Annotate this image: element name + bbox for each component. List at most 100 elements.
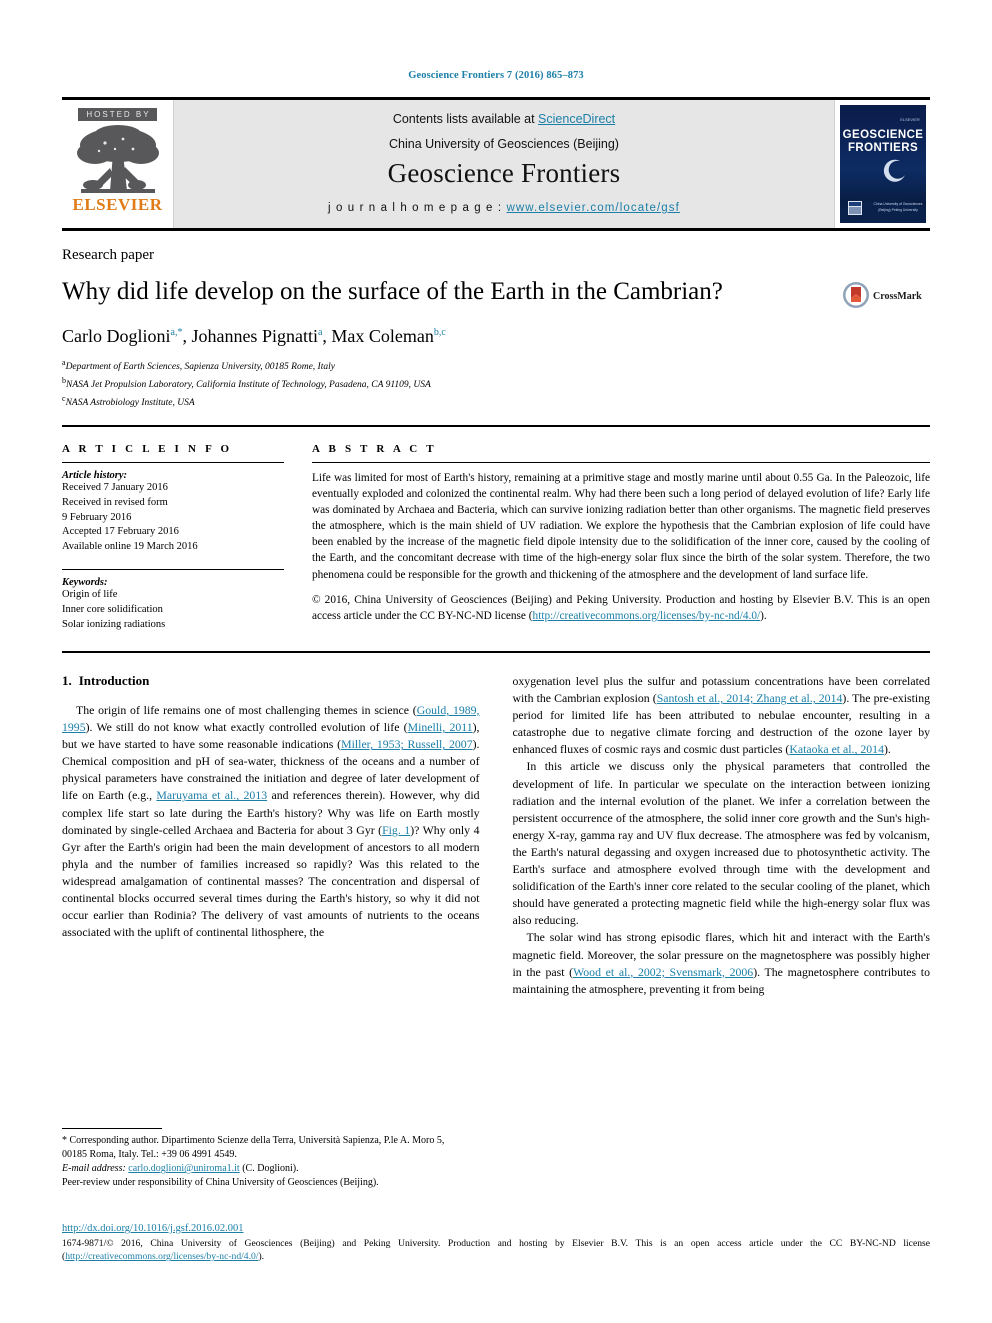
intro-p1-text-0: The origin of life remains one of most c… <box>76 703 417 718</box>
section-number: 1. <box>62 673 72 689</box>
history-item: Received in revised form <box>62 496 168 508</box>
keyword-item: Origin of life <box>62 589 118 601</box>
right-column: oxygenation level plus the sulfur and po… <box>513 673 931 998</box>
right-p1-citation-1[interactable]: Santosh et al., 2014; Zhang et al., 2014 <box>657 691 843 705</box>
journal-masthead: HOSTED BY ELSEVIER Contents lists availa… <box>0 97 992 231</box>
right-paragraph-3: The solar wind has strong episodic flare… <box>513 929 931 997</box>
doi-link[interactable]: http://dx.doi.org/10.1016/j.gsf.2016.02.… <box>62 1223 244 1234</box>
sciencedirect-link[interactable]: ScienceDirect <box>538 112 615 126</box>
footer-copyright-post: ). <box>258 1251 265 1263</box>
email-link[interactable]: carlo.doglioni@uniroma1.it <box>128 1163 239 1174</box>
running-head: Geoscience Frontiers 7 (2016) 865–873 <box>408 70 584 81</box>
author-3-marks: b,c <box>433 327 446 338</box>
email-tail: (C. Doglioni). <box>242 1163 299 1174</box>
institution-line: China University of Geosciences (Beijing… <box>389 137 619 151</box>
abstract-copyright: © 2016, China University of Geosciences … <box>312 592 930 624</box>
crossmark-badge[interactable]: CrossMark <box>838 278 930 310</box>
affiliations: aDepartment of Earth Sciences, Sapienza … <box>62 357 930 411</box>
intro-p1-citation-7[interactable]: Maruyama et al., 2013 <box>156 788 267 802</box>
elsevier-logo-block: HOSTED BY ELSEVIER <box>62 100 174 228</box>
elsevier-tree-icon <box>76 125 159 193</box>
contents-prefix: Contents lists available at <box>392 112 539 126</box>
corresponding-author-note: * Corresponding author. Dipartimento Sci… <box>62 1135 445 1160</box>
author-1: Carlo Doglionia,*, <box>62 326 192 346</box>
right-paragraph-1: oxygenation level plus the sulfur and po… <box>513 673 931 758</box>
svg-text:(Beijing) Peking University: (Beijing) Peking University <box>878 208 918 212</box>
affiliation-c: cNASA Astrobiology Institute, USA <box>62 393 930 411</box>
article-head: Research paper Why did life develop on t… <box>0 247 992 998</box>
right-p1-citation-3[interactable]: Kataoka et al., 2014 <box>789 742 884 756</box>
footer-license-link[interactable]: http://creativecommons.org/licenses/by-n… <box>65 1251 258 1262</box>
email-label: E-mail address: <box>62 1163 126 1174</box>
history-item: Accepted 17 February 2016 <box>62 526 179 538</box>
history-item: Available online 19 March 2016 <box>62 541 198 553</box>
svg-text:GEOSCIENCE: GEOSCIENCE <box>842 129 923 141</box>
masthead-center: Contents lists available at ScienceDirec… <box>174 100 834 228</box>
journal-title: Geoscience Frontiers <box>387 158 621 188</box>
article-page: Geoscience Frontiers 7 (2016) 865–873 HO… <box>0 0 992 1323</box>
history-item: 9 February 2016 <box>62 511 132 523</box>
abstract-copyright-tail: ). <box>760 609 767 622</box>
keyword-item: Solar ionizing radiations <box>62 619 166 631</box>
svg-text:FRONTIERS: FRONTIERS <box>847 142 917 154</box>
peer-review-note: Peer-review under responsibility of Chin… <box>62 1177 379 1188</box>
journal-homepage-line: j o u r n a l h o m e p a g e : www.else… <box>328 202 680 214</box>
title-divider <box>62 424 930 427</box>
author-2-marks: a <box>317 327 323 338</box>
page-title: Why did life develop on the surface of t… <box>62 278 723 305</box>
author-2: Johannes Pignattia, <box>191 326 332 346</box>
intro-p1-citation-5[interactable]: Miller, 1953; Russell, 2007 <box>341 737 472 751</box>
left-column: 1. Introduction The origin of life remain… <box>62 673 480 998</box>
article-type: Research paper <box>62 247 155 263</box>
contents-available-line: Contents lists available at ScienceDirec… <box>393 112 615 126</box>
hosted-by-badge: HOSTED BY <box>78 108 157 121</box>
abstract-column: A B S T R A C T Life was limited for mos… <box>312 443 930 633</box>
elsevier-wordmark: ELSEVIER <box>72 195 163 214</box>
right-p3-citation-1[interactable]: Wood et al., 2002; Svensmark, 2006 <box>573 965 753 979</box>
abstract-rule <box>312 461 930 463</box>
crossmark-icon: CrossMark <box>843 282 922 308</box>
title-row: Why did life develop on the surface of t… <box>62 278 930 310</box>
keyword-item: Inner core solidification <box>62 604 163 616</box>
keywords-rule <box>62 569 284 571</box>
author-3: Max Colemanb,c <box>331 326 446 346</box>
affiliation-a: aDepartment of Earth Sciences, Sapienza … <box>62 357 930 375</box>
intro-paragraph-1: The origin of life remains one of most c… <box>62 702 480 941</box>
affiliation-b-text: NASA Jet Propulsion Laboratory, Californ… <box>66 380 431 391</box>
email-note: E-mail address: carlo.doglioni@uniroma1.… <box>62 1162 466 1176</box>
intro-p1-citation-9[interactable]: Fig. 1 <box>382 823 410 837</box>
footer-copyright: 1674-9871/© 2016, China University of Ge… <box>62 1237 930 1264</box>
right-p1-text-4: ). <box>883 742 891 757</box>
article-info-column: A R T I C L E I N F O Article history: R… <box>62 443 312 633</box>
article-history-label: Article history: <box>62 469 128 481</box>
journal-homepage-link[interactable]: www.elsevier.com/locate/gsf <box>506 202 680 214</box>
article-info-heading: A R T I C L E I N F O <box>62 442 233 455</box>
cc-license-link[interactable]: http://creativecommons.org/licenses/by-n… <box>533 610 761 622</box>
author-list: Carlo Doglionia,*, Johannes Pignattia, M… <box>62 326 930 347</box>
affiliation-b: bNASA Jet Propulsion Laboratory, Califor… <box>62 375 930 393</box>
section-title: Introduction <box>78 673 150 689</box>
section-heading-introduction: 1. Introduction <box>62 673 480 689</box>
affiliation-c-text: NASA Astrobiology Institute, USA <box>65 398 195 408</box>
history-item: Received 7 January 2016 <box>62 481 168 493</box>
info-abstract-row: A R T I C L E I N F O Article history: R… <box>62 443 930 633</box>
author-1-marks: a,* <box>170 327 183 338</box>
masthead-bottom-rule <box>62 228 930 231</box>
keywords-label: Keywords: <box>62 577 108 589</box>
homepage-label: j o u r n a l h o m e p a g e : <box>328 202 507 214</box>
right-p2-text-0: In this article we discuss only the phys… <box>512 759 931 928</box>
footer-block: http://dx.doi.org/10.1016/j.gsf.2016.02.… <box>62 1218 930 1264</box>
intro-p1-text-10: )? Why only 4 Gyr after the Earth's orig… <box>62 822 480 940</box>
abstract-heading: A B S T R A C T <box>312 442 437 455</box>
intro-p1-text-2: ). We still do not know what exactly con… <box>85 720 408 735</box>
intro-p1-citation-3[interactable]: Minelli, 2011 <box>408 720 473 734</box>
affiliation-a-text: Department of Earth Sciences, Sapienza U… <box>65 362 335 373</box>
article-info-rule <box>62 461 284 463</box>
abstract-text: Life was limited for most of Earth's his… <box>312 471 930 581</box>
body-columns: 1. Introduction The origin of life remain… <box>62 673 930 998</box>
journal-cover-icon: GEOSCIENCE FRONTIERS ELSEVIER China Univ… <box>839 105 926 223</box>
masthead-row: HOSTED BY ELSEVIER Contents lists availa… <box>62 100 930 228</box>
abstract-bottom-divider <box>62 651 930 654</box>
svg-text:ELSEVIER: ELSEVIER <box>900 117 920 122</box>
right-paragraph-2: In this article we discuss only the phys… <box>513 758 931 929</box>
